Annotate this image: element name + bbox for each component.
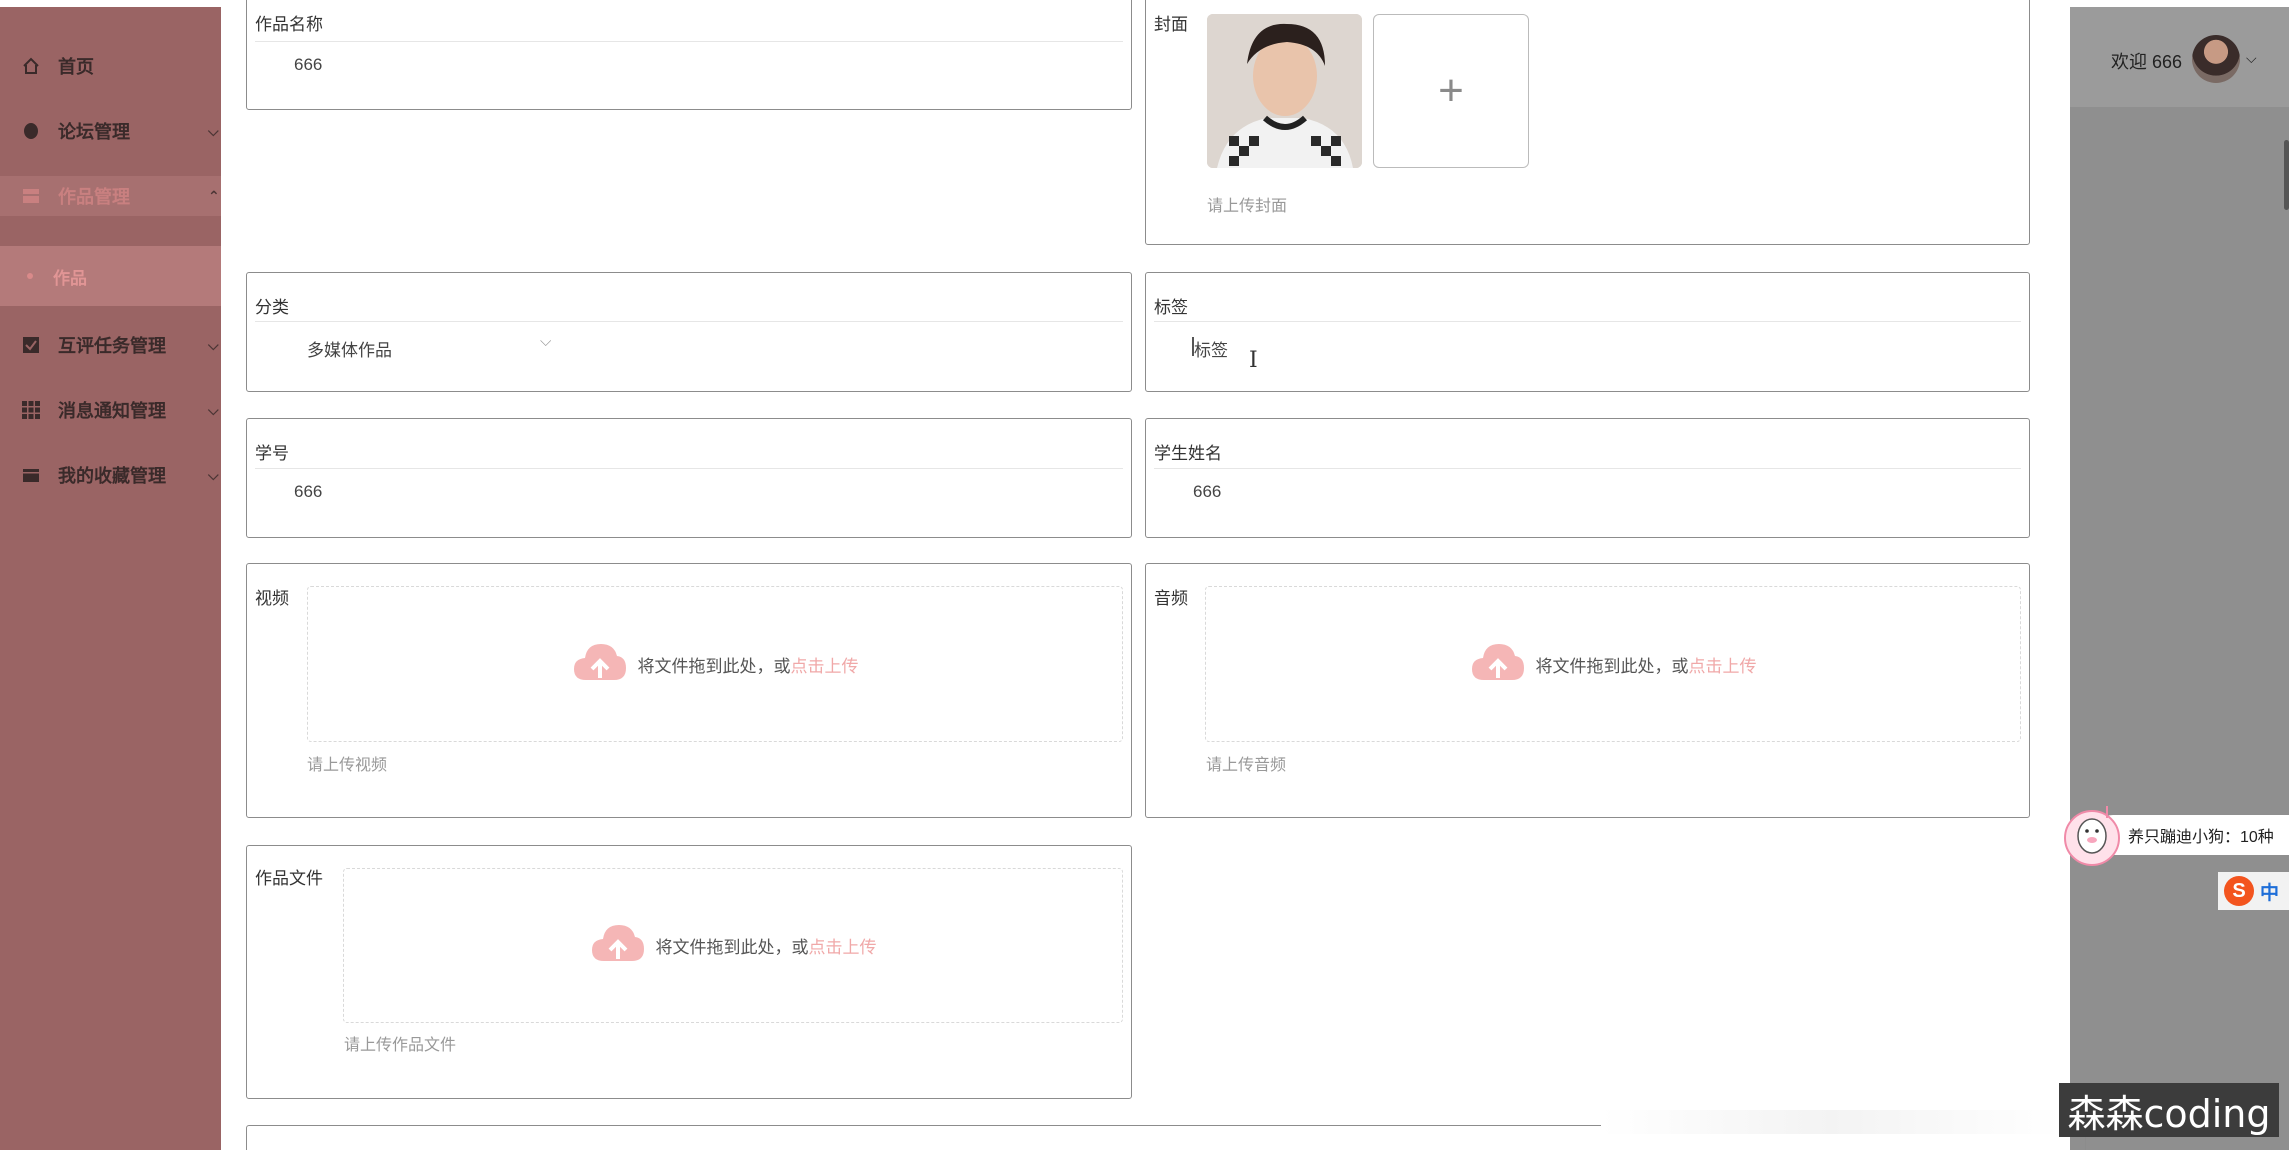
divider [255, 41, 1123, 42]
sidebar-item-forum[interactable]: 论坛管理 ⌵ [0, 111, 221, 151]
welcome-text: 欢迎 666 [2111, 52, 2183, 72]
audio-hint: 请上传音频 [1206, 757, 1287, 774]
work-file-upload-dropzone[interactable]: 将文件拖到此处，或点击上传 [343, 868, 1123, 1023]
divider [255, 468, 1123, 469]
category-select[interactable]: 多媒体作品 [307, 336, 392, 361]
sidebar-item-works[interactable]: 作品管理 ⌃ [0, 176, 221, 216]
bullet-icon [27, 273, 33, 279]
scrollbar[interactable] [2284, 140, 2289, 210]
sidebar-item-peer-review[interactable]: 互评任务管理 ⌵ [0, 325, 221, 365]
home-icon [22, 57, 40, 75]
student-id-field: 学号 666 [246, 418, 1132, 538]
ime-mode-indicator[interactable]: 中 [2260, 878, 2279, 905]
sidebar-item-label: 论坛管理 [58, 122, 130, 142]
chevron-down-icon: ⌵ [208, 122, 219, 139]
tags-field: 标签 标签 [1145, 272, 2030, 392]
audio-upload-dropzone[interactable]: 将文件拖到此处，或点击上传 [1205, 586, 2021, 742]
student-name-field: 学生姓名 666 [1145, 418, 2030, 538]
sidebar-item-label: 作品管理 [58, 187, 130, 207]
tags-input[interactable]: 标签 [1194, 336, 1228, 361]
forum-icon [22, 122, 40, 140]
video-hint: 请上传视频 [307, 757, 388, 774]
field-label: 视频 [255, 589, 289, 608]
category-field: 分类 多媒体作品 ⌵ [246, 272, 1132, 392]
work-name-field: 作品名称 666 [246, 0, 1132, 110]
add-cover-button[interactable]: + [1373, 14, 1529, 168]
chevron-down-icon[interactable]: ⌵ [540, 333, 551, 350]
field-label: 封面 [1154, 15, 1188, 34]
sidebar-item-notifications[interactable]: 消息通知管理 ⌵ [0, 390, 221, 430]
field-label: 分类 [255, 298, 289, 317]
cover-image[interactable] [1207, 14, 1362, 168]
divider [1154, 321, 2021, 322]
field-label: 作品名称 [255, 15, 323, 34]
notification-text: 养只蹦迪小狗：10种 [2128, 829, 2274, 846]
upload-drop-text: 将文件拖到此处，或 [655, 938, 809, 957]
upload-drop-text: 将文件拖到此处，或 [1535, 656, 1689, 676]
chevron-up-icon: ⌃ [208, 187, 220, 204]
text-cursor-icon: I [1249, 348, 1258, 373]
sidebar-item-home[interactable]: 首页 [0, 46, 221, 86]
text-caret [1192, 337, 1194, 356]
watermark: 森森coding [2059, 1083, 2279, 1137]
mascot-icon[interactable] [2063, 800, 2121, 870]
modal-overlay [2070, 7, 2289, 1150]
field-label: 学生姓名 [1154, 444, 1222, 463]
upload-cloud-icon [572, 640, 628, 689]
notification-popup[interactable]: 养只蹦迪小狗：10种 [2093, 815, 2289, 855]
video-upload-dropzone[interactable]: 将文件拖到此处，或点击上传 [307, 586, 1123, 742]
avatar[interactable] [2192, 35, 2240, 83]
field-label: 学号 [255, 444, 289, 463]
work-name-input[interactable]: 666 [294, 55, 322, 75]
chevron-down-icon[interactable]: ⌵ [2246, 50, 2257, 67]
click-upload-link[interactable]: 点击上传 [809, 938, 877, 957]
sidebar-item-label: 首页 [58, 57, 94, 77]
upload-cloud-icon [1470, 640, 1526, 689]
click-upload-link[interactable]: 点击上传 [791, 657, 859, 676]
sidebar-subitem-works[interactable]: 作品 [0, 246, 221, 306]
student-name-input[interactable]: 666 [1193, 482, 1221, 502]
sidebar-item-favorites[interactable]: 我的收藏管理 ⌵ [0, 455, 221, 495]
upload-cloud-icon [590, 921, 646, 970]
field-label: 标签 [1154, 298, 1188, 317]
sidebar-item-label: 我的收藏管理 [58, 466, 166, 486]
divider [1154, 468, 2021, 469]
folder-icon [22, 466, 40, 484]
blurred-region [1601, 1110, 2061, 1134]
sogou-logo-icon: S [2224, 876, 2254, 906]
chevron-down-icon: ⌵ [208, 401, 219, 418]
ime-toolbar[interactable]: S 中 [2218, 872, 2289, 910]
divider [255, 321, 1123, 322]
works-icon [22, 187, 40, 205]
upload-drop-text: 将文件拖到此处，或 [637, 656, 791, 676]
chevron-down-icon: ⌵ [208, 336, 219, 353]
chevron-down-icon: ⌵ [208, 466, 219, 483]
cover-hint: 请上传封面 [1207, 198, 1288, 215]
field-label: 音频 [1154, 589, 1188, 608]
sidebar-item-label: 消息通知管理 [58, 401, 166, 421]
field-label: 作品文件 [255, 869, 323, 888]
sidebar-item-label: 互评任务管理 [58, 336, 166, 356]
grid-icon [22, 401, 40, 419]
sidebar-subitem-label: 作品 [53, 268, 87, 288]
student-id-input[interactable]: 666 [294, 482, 322, 502]
task-icon [22, 336, 40, 354]
click-upload-link[interactable]: 点击上传 [1689, 657, 1757, 676]
work-file-hint: 请上传作品文件 [344, 1037, 457, 1054]
